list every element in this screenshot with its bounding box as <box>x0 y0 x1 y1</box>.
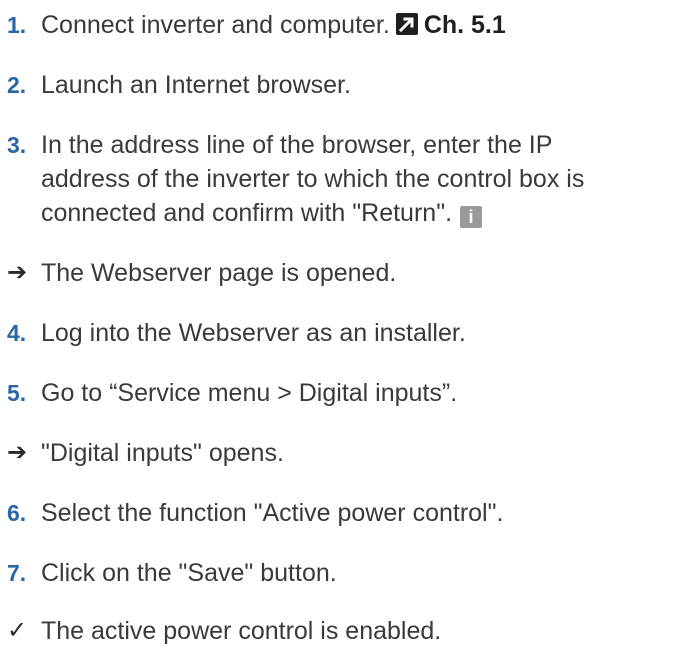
step-number: 3. <box>7 132 27 158</box>
step-text: Launch an Internet browser. <box>41 71 351 99</box>
result-text: The Webserver page is opened. <box>41 259 397 287</box>
chapter-reference-link[interactable]: Ch. 5.1 <box>424 11 506 39</box>
external-reference-icon[interactable] <box>395 13 418 35</box>
step-number: 4. <box>7 320 27 346</box>
step-text-line-3: connected and confirm with "Return". <box>41 199 453 227</box>
instruction-document: 1. Connect inverter and computer. Ch. 5.1… <box>0 0 679 662</box>
step-number: 5. <box>7 380 27 406</box>
step-text: Select the function "Active power contro… <box>41 499 504 527</box>
arrow-right-icon: ➔ <box>7 259 28 286</box>
result-text: "Digital inputs" opens. <box>41 439 284 467</box>
checkmark-icon: ✓ <box>7 617 28 644</box>
arrow-right-icon: ➔ <box>7 439 28 466</box>
step-number: 7. <box>7 560 27 586</box>
step-number: 6. <box>7 500 27 526</box>
step-text-line-1: In the address line of the browser, ente… <box>41 131 553 159</box>
step-text-line-2: address of the inverter to which the con… <box>41 165 585 193</box>
step-text: Click on the "Save" button. <box>41 559 337 587</box>
info-icon[interactable]: i <box>460 206 483 228</box>
step-text: In the address line of the browser, ente… <box>41 128 679 230</box>
step-text: Connect inverter and computer. Ch. 5.1 <box>41 8 679 42</box>
result-text: The active power control is enabled. <box>41 617 442 645</box>
step-text-body: Connect inverter and computer. <box>41 11 390 39</box>
step-number: 2. <box>7 72 27 98</box>
step-number: 1. <box>7 12 27 38</box>
step-text: Log into the Webserver as an installer. <box>41 319 466 347</box>
step-text: Go to “Service menu > Digital inputs”. <box>41 379 458 407</box>
